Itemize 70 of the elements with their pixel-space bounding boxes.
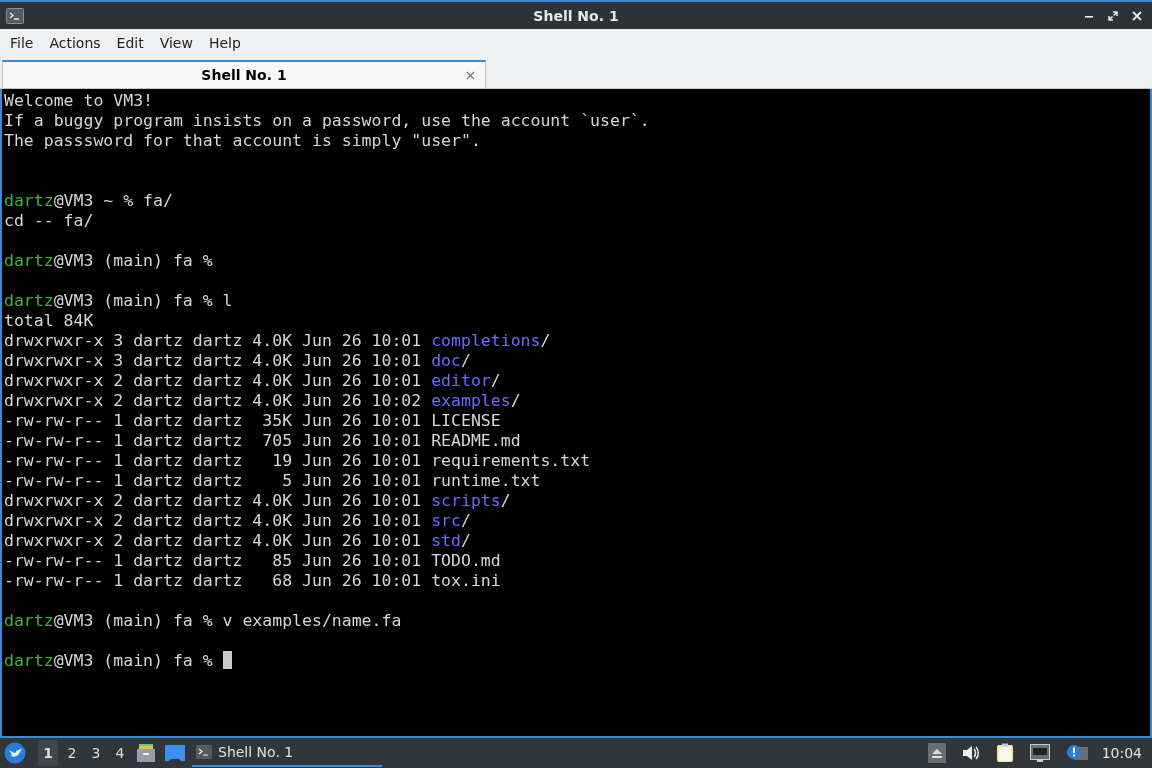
tab[interactable]: Shell No. 1 xyxy=(2,60,486,88)
close-tab-icon[interactable] xyxy=(466,71,475,80)
window-title: Shell No. 1 xyxy=(533,7,619,24)
clock[interactable]: 10:04 xyxy=(1101,745,1142,761)
terminal-text: drwxrwxr-x 2 dartz dartz 4.0K Jun 26 10:01 xyxy=(4,531,423,550)
terminal-text: / xyxy=(500,491,511,510)
terminal-text: If a buggy program insists on a password, use the account `user`. xyxy=(4,111,650,130)
close-icon[interactable] xyxy=(1132,10,1142,21)
file-cabinet-icon[interactable] xyxy=(136,743,156,763)
terminal-text: drwxrwxr-x 3 dartz dartz 4.0K Jun 26 10:01 xyxy=(4,331,423,350)
terminal-text: drwxrwxr-x 2 dartz dartz 4.0K Jun 26 10:01 xyxy=(4,371,423,390)
terminal-text: -rw-rw-r-- 1 dartz dartz 5 Jun 26 10:01 runtime.txt xyxy=(4,471,541,490)
directory-name: scripts xyxy=(431,491,501,510)
terminal-text: @VM3 (main) fa % xyxy=(53,251,213,270)
terminal-text: The passsword for that account is simply "user". xyxy=(4,131,481,150)
terminal-text: / xyxy=(460,351,471,370)
menu-item[interactable]: Actions xyxy=(41,35,109,51)
clipboard-icon[interactable] xyxy=(995,743,1014,763)
network-icon[interactable] xyxy=(1029,744,1050,762)
directory-name: examples xyxy=(431,391,511,410)
directory-name: completions xyxy=(431,331,541,350)
desktop-button[interactable]: 1 xyxy=(38,740,58,766)
desktop-icon[interactable] xyxy=(164,744,186,762)
desktop-button[interactable]: 3 xyxy=(86,740,106,766)
terminal-text: total 84K xyxy=(4,311,94,330)
desktop-button[interactable]: 2 xyxy=(62,740,82,766)
prompt-user: dartz xyxy=(4,651,54,670)
prompt-user: dartz xyxy=(4,251,54,270)
volume-icon[interactable] xyxy=(961,745,980,761)
terminal-text: / xyxy=(540,331,551,350)
terminal-icon xyxy=(196,745,212,759)
terminal-text: / xyxy=(460,511,471,530)
terminal-text: @VM3 (main) fa % v examples/name.fa xyxy=(53,611,402,630)
directory-name: src xyxy=(431,511,461,530)
terminal-text: -rw-rw-r-- 1 dartz dartz 68 Jun 26 10:01 tox.ini xyxy=(4,571,501,590)
restore-icon[interactable] xyxy=(1108,10,1118,21)
directory-name: std xyxy=(431,531,461,550)
terminal-text: drwxrwxr-x 3 dartz dartz 4.0K Jun 26 10:01 xyxy=(4,351,423,370)
task-button[interactable]: Shell No. 1 xyxy=(192,739,382,767)
directory-name: editor xyxy=(431,371,491,390)
terminal-text: / xyxy=(510,391,521,410)
terminal-text: / xyxy=(490,371,501,390)
desktop-button[interactable]: 4 xyxy=(110,740,130,766)
terminal-icon xyxy=(6,7,24,24)
terminal-text: @VM3 ~ % fa/ xyxy=(53,191,173,210)
eject-icon[interactable] xyxy=(927,743,946,763)
menu-item[interactable]: Edit xyxy=(108,35,152,51)
terminal-text: -rw-rw-r-- 1 dartz dartz 85 Jun 26 10:01 TODO.md xyxy=(4,551,501,570)
menu-item[interactable]: File xyxy=(2,35,42,51)
notification-icon[interactable] xyxy=(1065,744,1088,762)
terminal-text: -rw-rw-r-- 1 dartz dartz 35K Jun 26 10:01 LICENSE xyxy=(4,411,501,430)
terminal-text: @VM3 (main) fa % xyxy=(53,651,214,670)
terminal-text: drwxrwxr-x 2 dartz dartz 4.0K Jun 26 10:02 xyxy=(4,391,423,410)
directory-name: doc xyxy=(431,351,461,370)
terminal-text: drwxrwxr-x 2 dartz dartz 4.0K Jun 26 10:01 xyxy=(4,491,423,510)
terminal-text: -rw-rw-r-- 1 dartz dartz 19 Jun 26 10:01 requirements.txt xyxy=(4,451,591,470)
text-cursor xyxy=(222,651,232,669)
menu-item[interactable]: View xyxy=(151,35,201,51)
terminal-text: -rw-rw-r-- 1 dartz dartz 705 Jun 26 10:01 README.md xyxy=(4,431,521,450)
start-menu-icon[interactable] xyxy=(4,742,26,764)
terminal-text: @VM3 (main) fa % l xyxy=(53,291,233,310)
terminal-text: / xyxy=(460,531,471,550)
terminal-text: Welcome to VM3! xyxy=(4,91,153,110)
prompt-user: dartz xyxy=(4,191,54,210)
terminal[interactable] xyxy=(0,89,1152,736)
menu-item[interactable]: Help xyxy=(200,35,249,51)
prompt-user: dartz xyxy=(4,611,54,630)
terminal-text: drwxrwxr-x 2 dartz dartz 4.0K Jun 26 10:01 xyxy=(4,511,423,530)
prompt-user: dartz xyxy=(4,291,54,310)
terminal-text: cd -- fa/ xyxy=(4,211,94,230)
